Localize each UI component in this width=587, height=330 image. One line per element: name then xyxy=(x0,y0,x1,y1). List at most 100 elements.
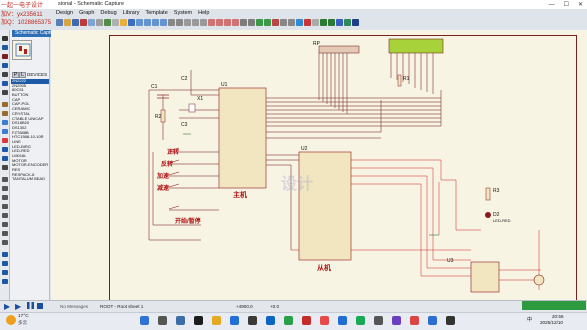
rotate-cw-icon[interactable] xyxy=(2,252,8,257)
origin-icon[interactable] xyxy=(120,19,127,26)
redo-icon[interactable] xyxy=(176,19,183,26)
proteus-app-icon[interactable] xyxy=(410,316,419,325)
menu-design[interactable]: Design xyxy=(56,10,73,16)
decompose-icon[interactable] xyxy=(264,19,271,26)
generator-icon[interactable] xyxy=(2,138,8,143)
mirror-x-icon[interactable] xyxy=(2,270,8,275)
arc-2d-icon[interactable] xyxy=(2,204,8,209)
text-script-icon[interactable] xyxy=(2,72,8,77)
pick-device-icon[interactable] xyxy=(240,19,247,26)
minimize-button[interactable]: — xyxy=(549,2,555,8)
print-icon[interactable] xyxy=(96,19,103,26)
text-2d-icon[interactable] xyxy=(2,222,8,227)
app-icon-6[interactable] xyxy=(320,316,329,325)
zoom-area-icon[interactable] xyxy=(160,19,167,26)
line-2d-icon[interactable] xyxy=(2,177,8,182)
pan-icon[interactable] xyxy=(128,19,135,26)
save-icon[interactable] xyxy=(72,19,79,26)
packaging-icon[interactable] xyxy=(256,19,263,26)
virtual-instruments-icon[interactable] xyxy=(2,165,8,170)
app-icon-1[interactable] xyxy=(194,316,203,325)
path-2d-icon[interactable] xyxy=(2,213,8,218)
import-icon[interactable] xyxy=(80,19,87,26)
subcircuit-icon[interactable] xyxy=(2,90,8,95)
pcb-layout-icon[interactable] xyxy=(344,19,351,26)
erc-icon[interactable] xyxy=(328,19,335,26)
new-icon[interactable] xyxy=(56,19,63,26)
rotate-ccw-icon[interactable] xyxy=(2,261,8,266)
selection-mode-icon[interactable] xyxy=(2,36,8,41)
menu-graph[interactable]: Graph xyxy=(79,10,94,16)
weather-icon[interactable] xyxy=(6,315,16,325)
remove-sheet-icon[interactable] xyxy=(304,19,311,26)
task-view-icon[interactable] xyxy=(176,316,185,325)
block-rotate-icon[interactable] xyxy=(224,19,231,26)
pause-simulation-icon[interactable] xyxy=(27,302,34,309)
weather-temperature[interactable]: 17°C xyxy=(18,314,29,319)
property-assign-icon[interactable] xyxy=(288,19,295,26)
open-icon[interactable] xyxy=(64,19,71,26)
clock-date[interactable]: 2025/12/10 xyxy=(540,320,563,325)
paste-icon[interactable] xyxy=(200,19,207,26)
menu-template[interactable]: Template xyxy=(145,10,167,16)
library-button[interactable]: L xyxy=(19,72,26,78)
app-icon-7[interactable] xyxy=(338,316,347,325)
app-icon-9[interactable] xyxy=(374,316,383,325)
app-icon-11[interactable] xyxy=(428,316,437,325)
app-icon-5[interactable] xyxy=(302,316,311,325)
symbol-2d-icon[interactable] xyxy=(2,231,8,236)
search-icon[interactable] xyxy=(280,19,287,26)
zoom-out-icon[interactable] xyxy=(144,19,151,26)
run-simulation-icon[interactable]: ▶ xyxy=(4,302,10,311)
app-icon-2[interactable] xyxy=(248,316,257,325)
tape-recorder-icon[interactable] xyxy=(2,129,8,134)
app-icon-4[interactable] xyxy=(284,316,293,325)
menu-library[interactable]: Library xyxy=(123,10,140,16)
export-icon[interactable] xyxy=(88,19,95,26)
browser-icon[interactable] xyxy=(230,316,239,325)
make-device-icon[interactable] xyxy=(248,19,255,26)
zoom-all-icon[interactable] xyxy=(152,19,159,26)
voltage-probe-icon[interactable] xyxy=(2,147,8,152)
clock-time[interactable]: 20:56 xyxy=(552,314,564,319)
menu-system[interactable]: System xyxy=(174,10,192,16)
step-simulation-icon[interactable]: ▶ xyxy=(15,302,21,311)
box-2d-icon[interactable] xyxy=(2,186,8,191)
exit-sheet-icon[interactable] xyxy=(312,19,319,26)
search-icon[interactable] xyxy=(158,316,167,325)
weather-description[interactable]: 多云 xyxy=(18,320,27,326)
app-icon-8[interactable] xyxy=(356,316,365,325)
pick-device-button[interactable]: P xyxy=(12,72,19,78)
copy-icon[interactable] xyxy=(192,19,199,26)
start-menu-icon[interactable] xyxy=(140,316,149,325)
zoom-in-icon[interactable] xyxy=(136,19,143,26)
bus-icon[interactable] xyxy=(2,81,8,86)
device-list-item[interactable]: TANTALUM BEAD xyxy=(11,177,49,182)
cut-icon[interactable] xyxy=(184,19,191,26)
close-button[interactable]: ✕ xyxy=(578,1,583,8)
help-icon[interactable] xyxy=(352,19,359,26)
app-icon-3[interactable] xyxy=(266,316,275,325)
schematic-canvas[interactable]: 正转 反转 加速 减速 开始/暂停 主机 从机 U1 U2 U3 C1 R2 X… xyxy=(51,30,587,300)
junction-dot-icon[interactable] xyxy=(2,54,8,59)
file-explorer-icon[interactable] xyxy=(212,316,221,325)
maximize-button[interactable]: ☐ xyxy=(564,1,569,8)
wire-label-icon[interactable] xyxy=(2,63,8,68)
overview-preview[interactable] xyxy=(12,40,32,60)
language-indicator[interactable]: 中 xyxy=(527,316,532,323)
undo-icon[interactable] xyxy=(168,19,175,26)
new-sheet-icon[interactable] xyxy=(296,19,303,26)
wire-autorouter-icon[interactable] xyxy=(272,19,279,26)
block-delete-icon[interactable] xyxy=(232,19,239,26)
refresh-icon[interactable] xyxy=(104,19,111,26)
grid-icon[interactable] xyxy=(112,19,119,26)
app-icon-10[interactable] xyxy=(392,316,401,325)
terminal-icon[interactable] xyxy=(2,102,8,107)
block-move-icon[interactable] xyxy=(216,19,223,26)
current-probe-icon[interactable] xyxy=(2,156,8,161)
block-copy-icon[interactable] xyxy=(208,19,215,26)
circle-2d-icon[interactable] xyxy=(2,195,8,200)
component-mode-icon[interactable] xyxy=(2,45,8,50)
message-indicator[interactable]: No Messages xyxy=(60,304,88,309)
device-pin-icon[interactable] xyxy=(2,111,8,116)
